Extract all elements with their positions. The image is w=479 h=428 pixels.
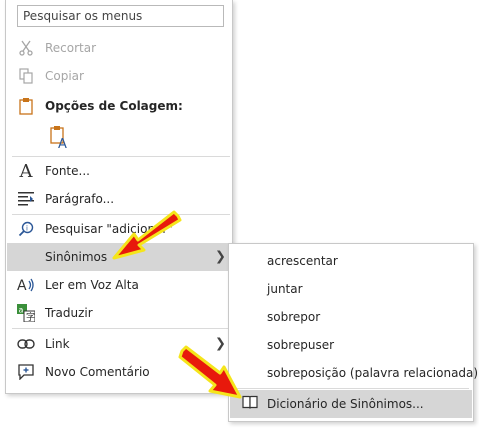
menu-item-copy[interactable]: Copiar <box>7 62 231 90</box>
read-aloud-icon: A <box>17 276 35 294</box>
svg-text:字: 字 <box>26 311 35 322</box>
menu-item-label: Sinônimos <box>45 250 108 264</box>
separator <box>12 328 230 329</box>
paragraph-icon <box>17 190 35 208</box>
synonyms-submenu: acrescentar juntar sobrepor sobrepuser s… <box>228 243 478 422</box>
synonym-item[interactable]: juntar <box>230 275 472 303</box>
synonym-label: sobrepuser <box>267 338 335 352</box>
menu-item-label: Fonte... <box>45 164 90 178</box>
synonym-label: sobrepor <box>267 310 321 324</box>
svg-text:A: A <box>58 137 67 150</box>
menu-item-translate[interactable]: a 字 Traduzir <box>7 299 231 327</box>
paste-keep-text-only-icon[interactable]: A <box>50 124 70 152</box>
clipboard-icon <box>17 97 35 115</box>
menu-item-label: Novo Comentário <box>45 365 150 379</box>
menu-item-paragraph[interactable]: Parágrafo... <box>7 185 231 213</box>
translate-icon: a 字 <box>17 304 35 322</box>
synonym-label: juntar <box>267 282 303 296</box>
synonym-item[interactable]: acrescentar <box>230 247 472 275</box>
menu-item-label: Recortar <box>45 41 97 55</box>
synonym-label: sobreposição (palavra relacionada) <box>267 366 479 380</box>
svg-text:a: a <box>19 306 24 315</box>
svg-text:A: A <box>17 278 27 293</box>
menu-item-smart-lookup[interactable]: i Pesquisar "adicionar" <box>7 215 231 243</box>
menu-item-label: Copiar <box>45 69 84 83</box>
svg-text:i: i <box>26 225 28 233</box>
menu-item-label: Pesquisar "adicionar" <box>45 222 173 236</box>
menu-item-synonyms[interactable]: Sinônimos ❯ <box>7 243 231 271</box>
context-menu: Recortar Copiar Opções de Colagem: A A F… <box>5 0 233 394</box>
menu-item-read-aloud[interactable]: A Ler em Voz Alta <box>7 271 231 299</box>
copy-icon <box>17 67 35 85</box>
menu-item-font[interactable]: A Fonte... <box>7 157 231 185</box>
synonym-item[interactable]: sobrepuser <box>230 331 472 359</box>
menu-item-link[interactable]: Link ❯ <box>7 330 231 358</box>
menu-item-label: Opções de Colagem: <box>45 99 183 113</box>
scissors-icon <box>17 39 35 57</box>
submenu-chevron-icon: ❯ <box>215 249 226 265</box>
menu-item-label: Traduzir <box>45 306 93 320</box>
separator <box>235 388 469 389</box>
comment-icon <box>17 363 35 381</box>
menu-item-label: Parágrafo... <box>45 192 115 206</box>
menu-item-label: Ler em Voz Alta <box>45 278 139 292</box>
font-a-icon: A <box>19 160 33 182</box>
submenu-chevron-icon: ❯ <box>215 336 226 352</box>
thesaurus-item[interactable]: Dicionário de Sinônimos... <box>230 390 472 418</box>
link-icon <box>17 335 35 353</box>
search-menus-input[interactable] <box>17 5 224 27</box>
synonym-item[interactable]: sobreposição (palavra relacionada) <box>230 359 478 387</box>
menu-item-cut[interactable]: Recortar <box>7 34 231 62</box>
synonym-item[interactable]: sobrepor <box>230 303 472 331</box>
paste-options-header: Opções de Colagem: <box>7 92 231 120</box>
synonym-label: acrescentar <box>267 254 338 268</box>
search-icon: i <box>17 220 35 238</box>
menu-item-label: Link <box>45 337 70 351</box>
thesaurus-label: Dicionário de Sinônimos... <box>267 397 424 411</box>
book-icon <box>242 395 258 413</box>
menu-item-new-comment[interactable]: Novo Comentário <box>7 358 231 386</box>
